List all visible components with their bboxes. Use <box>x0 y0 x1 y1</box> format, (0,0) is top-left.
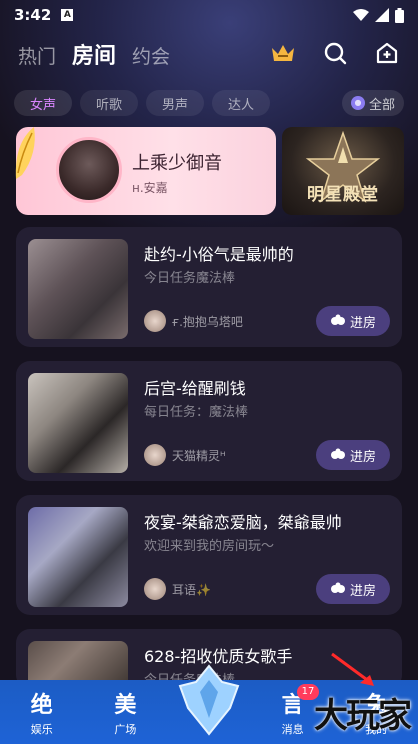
room-title: 赴约-小俗气是最帅的 <box>144 245 294 264</box>
bottom-nav-label: 娱乐 <box>30 723 53 736</box>
filter-male-voice[interactable]: 男声 <box>146 90 204 116</box>
category-filter: 女声 听歌 男声 达人 ● 全部 <box>14 88 404 118</box>
square-icon: 美 <box>114 693 137 718</box>
game-controller-icon <box>330 582 345 593</box>
featured-room-banner[interactable]: 上乘少御音 н.安嘉 <box>15 127 276 215</box>
star-hall-label: 明星殿堂 <box>307 185 379 205</box>
filter-experts[interactable]: 达人 <box>212 90 270 116</box>
featured-host-avatar <box>56 137 122 203</box>
top-actions <box>270 40 400 66</box>
room-description: 每日任务：魔法棒 <box>144 405 249 420</box>
featured-room-host: н.安嘉 <box>132 181 168 195</box>
filter-all-button[interactable]: ● 全部 <box>342 90 404 116</box>
notification-a-icon: A <box>61 9 74 21</box>
search-icon[interactable] <box>322 40 348 66</box>
host-avatar <box>144 444 166 466</box>
feather-icon <box>15 127 35 179</box>
battery-icon <box>395 7 404 23</box>
entertainment-icon: 绝 <box>30 693 53 718</box>
filter-female-voice[interactable]: 女声 <box>14 90 72 116</box>
enter-room-button[interactable]: 进房 <box>316 306 390 336</box>
tab-rooms[interactable]: 房间 <box>72 38 116 70</box>
signal-icon <box>375 8 389 22</box>
watermark-logo: 大玩家 <box>314 696 412 736</box>
center-emblem-icon[interactable] <box>176 664 242 736</box>
room-title: 后宫-给醒刷钱 <box>144 379 246 398</box>
enter-room-button[interactable]: 进房 <box>316 574 390 604</box>
enter-room-label: 进房 <box>349 315 376 331</box>
create-room-icon[interactable] <box>374 40 400 66</box>
filter-all-label: 全部 <box>368 97 395 113</box>
tab-hot[interactable]: 热门 <box>18 42 56 69</box>
all-category-icon: ● <box>350 96 365 110</box>
room-host: 耳语✨ <box>172 583 211 597</box>
room-host: ғ.抱抱乌塔吧 <box>172 315 243 329</box>
main-nav-tabs: 热门 房间 约会 <box>18 38 170 70</box>
room-thumbnail <box>28 239 128 339</box>
enter-room-label: 进房 <box>349 583 376 599</box>
game-controller-icon <box>330 314 345 325</box>
room-host: 天猫精灵ᴴ <box>172 449 226 463</box>
crown-icon[interactable] <box>270 40 296 66</box>
featured-room-title: 上乘少御音 <box>132 153 222 174</box>
wifi-icon <box>353 9 369 21</box>
room-card[interactable]: 夜宴-桀爺恋爱脑，桀爺最帅 欢迎来到我的房间玩～ 耳语✨ 进房 <box>16 495 402 615</box>
host-avatar <box>144 310 166 332</box>
bottom-nav-label: 消息 <box>281 723 304 736</box>
enter-room-button[interactable]: 进房 <box>316 440 390 470</box>
status-icons <box>353 7 404 23</box>
room-title: 夜宴-桀爺恋爱脑，桀爺最帅 <box>144 513 342 532</box>
bottom-nav-label: 广场 <box>114 723 137 736</box>
star-hall-banner[interactable]: 明星殿堂 <box>282 127 404 215</box>
bottom-nav-square[interactable]: 美 广场 <box>84 687 168 737</box>
room-card[interactable]: 赴约-小俗气是最帅的 今日任务魔法棒 ғ.抱抱乌塔吧 进房 <box>16 227 402 347</box>
room-thumbnail <box>28 373 128 473</box>
enter-room-label: 进房 <box>349 449 376 465</box>
status-bar: 3:42 A <box>0 0 418 30</box>
room-description: 今日任务魔法棒 <box>144 271 236 286</box>
game-controller-icon <box>330 448 345 459</box>
arrow-annotation <box>331 652 374 686</box>
room-thumbnail <box>28 507 128 607</box>
host-avatar <box>144 578 166 600</box>
tab-dating[interactable]: 约会 <box>132 42 170 69</box>
filter-listen-songs[interactable]: 听歌 <box>80 90 138 116</box>
status-time: 3:42 <box>14 6 52 24</box>
bottom-nav-entertainment[interactable]: 绝 娱乐 <box>0 687 84 737</box>
room-card[interactable]: 后宫-给醒刷钱 每日任务：魔法棒 天猫精灵ᴴ 进房 <box>16 361 402 481</box>
room-description: 欢迎来到我的房间玩～ <box>144 539 275 554</box>
